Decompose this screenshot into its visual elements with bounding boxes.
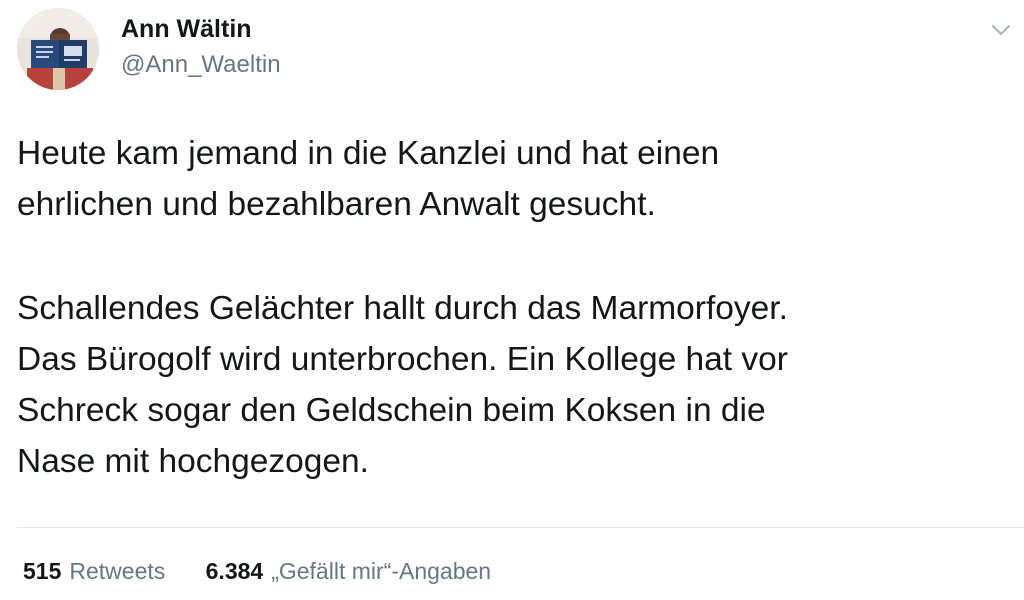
- tweet-text-line: Heute kam jemand in die Kanzlei und hat …: [17, 135, 720, 172]
- author-display-name[interactable]: Ann Wältin: [121, 14, 252, 44]
- tweet-text-line: ehrlichen und bezahlbaren Anwalt gesucht…: [17, 186, 656, 223]
- tweet-text-line: Schallendes Gelächter hallt durch das Ma…: [17, 290, 788, 327]
- likes-stat[interactable]: 6.384 „Gefällt mir“-Angaben: [206, 556, 491, 586]
- likes-count: 6.384: [205, 558, 264, 584]
- retweets-label: Retweets: [69, 558, 166, 584]
- likes-label: „Gefällt mir“-Angaben: [271, 558, 492, 584]
- retweets-stat[interactable]: 515 Retweets: [23, 556, 165, 586]
- retweets-count: 515: [23, 558, 62, 584]
- tweet-stats: 515 Retweets 6.384 „Gefällt mir“-Angaben: [23, 556, 491, 586]
- tweet-text-line: Das Bürogolf wird unterbrochen. Ein Koll…: [17, 341, 788, 378]
- tweet-text-line: Nase mit hochgezogen.: [17, 443, 369, 480]
- author-handle[interactable]: @Ann_Waeltin: [121, 50, 281, 80]
- person-reading-avatar-icon: [17, 8, 99, 90]
- chevron-down-icon[interactable]: [990, 22, 1012, 38]
- tweet-text: Heute kam jemand in die Kanzlei und hat …: [17, 128, 1017, 487]
- avatar[interactable]: [17, 8, 99, 90]
- tweet-card: Ann Wältin @Ann_Waeltin Heute kam jemand…: [0, 0, 1024, 600]
- tweet-text-line: Schreck sogar den Geldschein beim Koksen…: [17, 392, 766, 429]
- divider: [17, 527, 1024, 528]
